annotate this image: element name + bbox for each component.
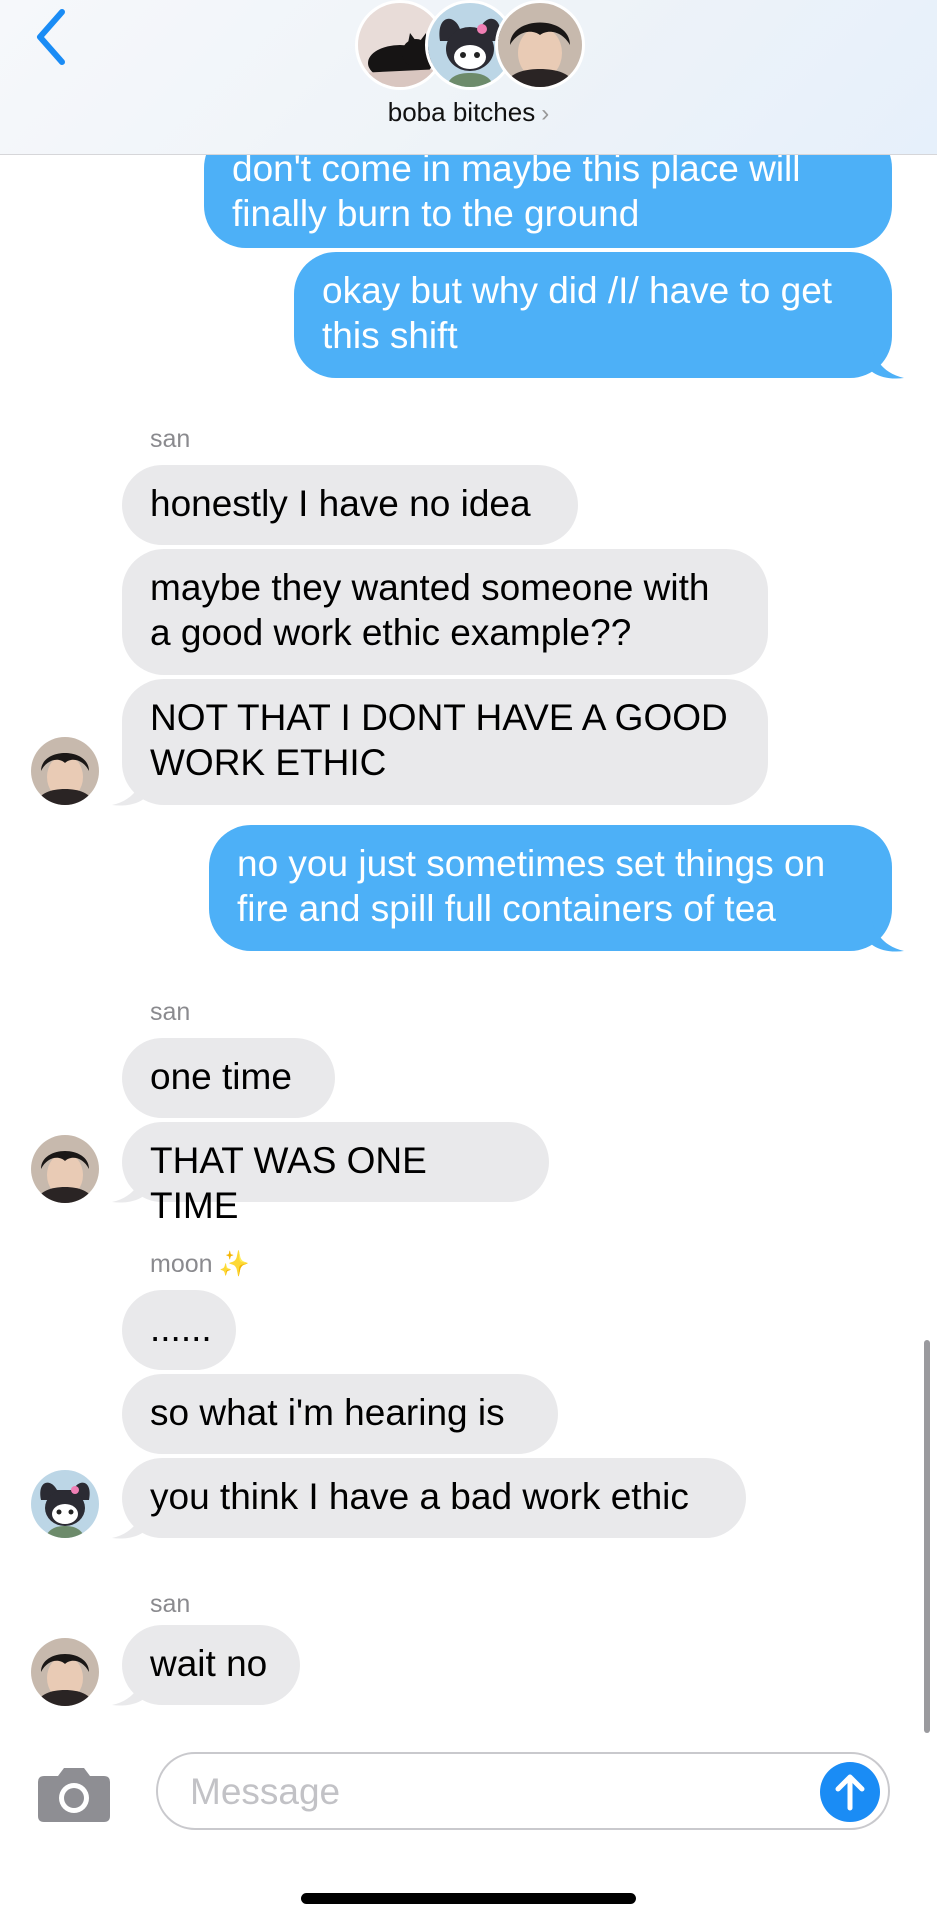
message-bubble-incoming[interactable]: wait no	[122, 1625, 300, 1705]
camera-icon[interactable]	[36, 1764, 112, 1824]
message-text: okay but why did /I/ have to get this sh…	[322, 270, 833, 356]
message-text: you think I have a bad work ethic	[150, 1476, 689, 1517]
message-text: don't come in maybe this place will fina…	[232, 148, 801, 234]
message-bubble-incoming[interactable]: ......	[122, 1290, 236, 1370]
bubble-tail	[870, 913, 904, 952]
message-thread: don't come in maybe this place will fina…	[0, 0, 937, 1920]
group-avatars[interactable]	[355, 0, 585, 90]
san-avatar[interactable]	[31, 737, 99, 805]
home-indicator[interactable]	[301, 1893, 636, 1904]
message-text: maybe they wanted someone with a good wo…	[150, 567, 710, 653]
message-input[interactable]	[188, 1766, 772, 1818]
message-text: no you just sometimes set things on fire…	[237, 843, 826, 929]
message-bubble-incoming[interactable]: honestly I have no idea	[122, 465, 578, 545]
message-text: NOT THAT I DONT HAVE A GOOD WORK ETHIC	[150, 697, 728, 783]
back-chevron-icon[interactable]	[30, 6, 74, 68]
message-text: so what i'm hearing is	[150, 1392, 505, 1433]
message-text: THAT WAS ONE TIME	[150, 1140, 427, 1226]
message-field[interactable]	[156, 1752, 890, 1830]
group-name[interactable]: boba bitches ›	[0, 97, 937, 128]
sparkles-icon: ✨	[218, 1250, 250, 1278]
sender-name: san	[150, 425, 191, 453]
send-button[interactable]	[820, 1762, 880, 1822]
message-bubble-outgoing[interactable]: no you just sometimes set things on fire…	[209, 825, 892, 951]
message-text: wait no	[150, 1643, 268, 1684]
message-bubble-outgoing[interactable]: okay but why did /I/ have to get this sh…	[294, 252, 892, 378]
kuromi-avatar-icon	[31, 1470, 99, 1538]
message-bubble-incoming[interactable]: one time	[122, 1038, 335, 1118]
person-avatar	[495, 0, 585, 90]
sender-name-text: moon	[150, 1250, 213, 1278]
message-text: one time	[150, 1056, 292, 1097]
person-avatar-icon	[31, 1638, 99, 1706]
message-bubble-incoming[interactable]: maybe they wanted someone with a good wo…	[122, 549, 768, 675]
sender-name: san	[150, 1590, 191, 1618]
message-bubble-incoming[interactable]: you think I have a bad work ethic	[122, 1458, 746, 1538]
bubble-tail	[112, 1500, 146, 1539]
moon-avatar[interactable]	[31, 1470, 99, 1538]
bubble-tail	[112, 1667, 146, 1706]
bubble-tail	[112, 1164, 146, 1203]
message-text: ......	[150, 1308, 212, 1349]
message-bubble-incoming[interactable]: THAT WAS ONE TIME	[122, 1122, 549, 1226]
message-bubble-incoming[interactable]: so what i'm hearing is	[122, 1374, 558, 1454]
arrow-up-icon	[835, 1774, 865, 1811]
bubble-tail	[870, 340, 904, 379]
san-avatar[interactable]	[31, 1638, 99, 1706]
sender-name: san	[150, 998, 191, 1026]
message-text: honestly I have no idea	[150, 483, 531, 524]
chevron-right-icon: ›	[541, 100, 550, 127]
group-name-text: boba bitches	[387, 97, 536, 127]
message-bubble-incoming[interactable]: NOT THAT I DONT HAVE A GOOD WORK ETHIC	[122, 679, 768, 805]
bubble-tail	[112, 767, 146, 806]
person-avatar-icon	[31, 1135, 99, 1203]
conversation-header: boba bitches ›	[0, 0, 937, 155]
sender-name: moon ✨	[150, 1250, 250, 1279]
person-avatar-icon	[31, 737, 99, 805]
person-avatar-icon	[498, 3, 582, 87]
scrollbar[interactable]	[924, 1340, 930, 1733]
san-avatar[interactable]	[31, 1135, 99, 1203]
